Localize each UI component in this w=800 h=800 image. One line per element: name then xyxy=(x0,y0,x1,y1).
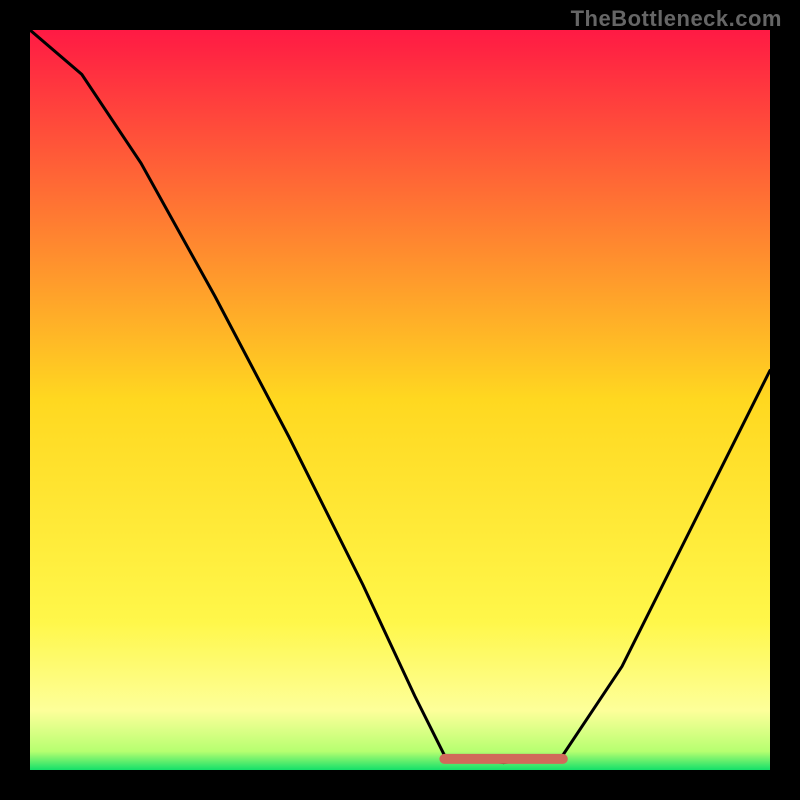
plot-area xyxy=(30,30,770,770)
watermark-text: TheBottleneck.com xyxy=(571,6,782,32)
bottleneck-curve xyxy=(30,30,770,763)
curve-layer xyxy=(30,30,770,770)
chart-frame: TheBottleneck.com xyxy=(0,0,800,800)
